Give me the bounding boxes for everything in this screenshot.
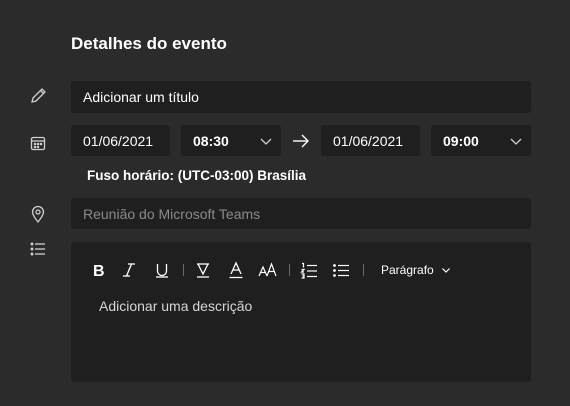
location-icon [28,204,48,224]
toolbar-separator [183,264,184,276]
underline-icon[interactable] [154,260,170,280]
pencil-icon [28,86,48,106]
font-color-icon[interactable] [228,260,244,280]
title-input-placeholder: Adicionar um título [83,89,199,105]
start-date-value: 01/06/2021 [83,132,154,149]
page-title: Detalhes do evento [71,34,227,53]
highlight-icon[interactable] [195,260,211,280]
italic-icon[interactable] [121,260,137,280]
start-date-field[interactable]: 01/06/2021 [71,125,170,156]
chevron-down-icon [509,134,523,148]
calendar-icon [28,133,48,153]
end-time-value: 09:00 [443,132,479,149]
description-placeholder: Adicionar uma descrição [99,298,253,314]
bulleted-list-icon[interactable] [332,260,350,280]
description-editor[interactable]: B Parágrafo Adicionar uma descrição [71,242,531,382]
title-input[interactable]: Adicionar um título [71,81,531,113]
end-date-field[interactable]: 01/06/2021 [321,125,420,156]
paragraph-dropdown-label: Parágrafo [381,263,434,277]
toolbar-separator [363,264,364,276]
start-time-dropdown[interactable]: 08:30 [181,125,281,156]
svg-text:B: B [93,263,105,279]
location-input-placeholder: Reunião do Microsoft Teams [83,206,261,222]
chevron-down-icon [441,264,451,278]
chevron-down-icon [259,134,273,148]
list-icon [28,239,48,259]
end-date-value: 01/06/2021 [333,132,404,149]
timezone-label: Fuso horário: (UTC-03:00) Brasília [87,168,307,183]
end-time-dropdown[interactable]: 09:00 [431,125,531,156]
toolbar-separator [289,264,290,276]
bold-icon[interactable]: B [91,260,107,280]
arrow-right-icon [291,131,311,151]
paragraph-dropdown[interactable]: Parágrafo [381,263,451,278]
numbered-list-icon[interactable] [300,260,318,280]
start-time-value: 08:30 [193,132,229,149]
location-input[interactable]: Reunião do Microsoft Teams [71,198,531,229]
font-size-icon[interactable] [258,260,278,280]
